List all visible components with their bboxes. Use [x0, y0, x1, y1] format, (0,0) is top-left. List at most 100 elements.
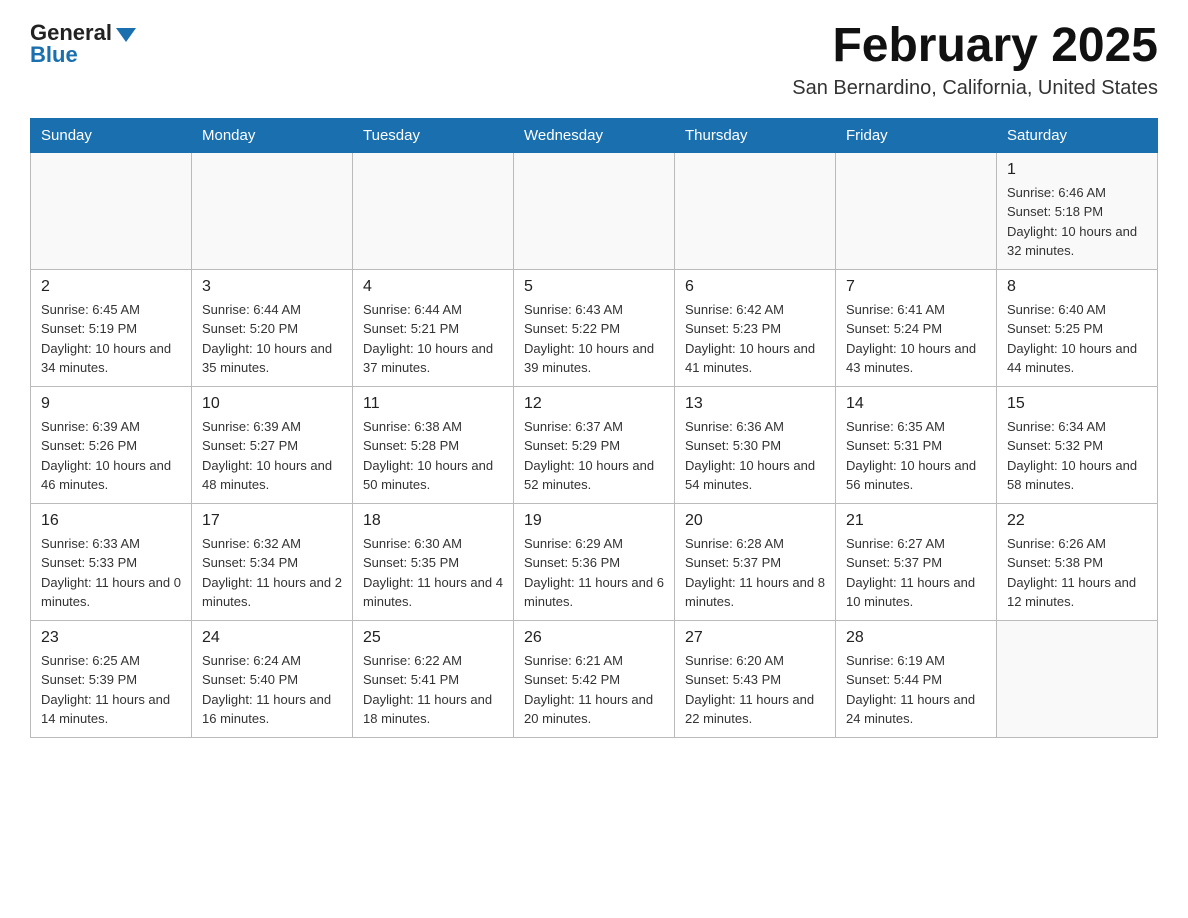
day-number: 13 — [685, 395, 825, 413]
sun-info: Sunrise: 6:33 AMSunset: 5:33 PMDaylight:… — [41, 534, 181, 612]
day-number: 14 — [846, 395, 986, 413]
calendar-cell — [997, 620, 1158, 737]
page-header: General Blue February 2025 San Bernardin… — [30, 20, 1158, 100]
day-number: 10 — [202, 395, 342, 413]
sun-info: Sunrise: 6:26 AMSunset: 5:38 PMDaylight:… — [1007, 534, 1147, 612]
day-number: 1 — [1007, 161, 1147, 179]
calendar-cell: 13 Sunrise: 6:36 AMSunset: 5:30 PMDayligh… — [675, 386, 836, 503]
sun-info: Sunrise: 6:44 AMSunset: 5:20 PMDaylight:… — [202, 300, 342, 378]
sun-info: Sunrise: 6:40 AMSunset: 5:25 PMDaylight:… — [1007, 300, 1147, 378]
calendar-cell: 8 Sunrise: 6:40 AMSunset: 5:25 PMDaylight… — [997, 269, 1158, 386]
sun-info: Sunrise: 6:43 AMSunset: 5:22 PMDaylight:… — [524, 300, 664, 378]
calendar-cell: 22Sunrise: 6:26 AMSunset: 5:38 PMDayligh… — [997, 503, 1158, 620]
day-number: 5 — [524, 278, 664, 296]
calendar-cell — [836, 152, 997, 269]
sun-info: Sunrise: 6:45 AMSunset: 5:19 PMDaylight:… — [41, 300, 181, 378]
logo: General Blue — [30, 20, 136, 68]
calendar-cell — [192, 152, 353, 269]
calendar-day-header: Thursday — [675, 118, 836, 152]
sun-info: Sunrise: 6:27 AMSunset: 5:37 PMDaylight:… — [846, 534, 986, 612]
day-number: 7 — [846, 278, 986, 296]
sun-info: Sunrise: 6:41 AMSunset: 5:24 PMDaylight:… — [846, 300, 986, 378]
title-block: February 2025 San Bernardino, California… — [792, 20, 1158, 100]
calendar-cell: 16Sunrise: 6:33 AMSunset: 5:33 PMDayligh… — [31, 503, 192, 620]
day-number: 20 — [685, 512, 825, 530]
calendar-cell: 10 Sunrise: 6:39 AMSunset: 5:27 PMDayligh… — [192, 386, 353, 503]
month-title: February 2025 — [792, 20, 1158, 73]
sun-info: Sunrise: 6:34 AMSunset: 5:32 PMDaylight:… — [1007, 417, 1147, 495]
calendar-cell: 23 Sunrise: 6:25 AMSunset: 5:39 PMDayligh… — [31, 620, 192, 737]
calendar-cell: 5 Sunrise: 6:43 AMSunset: 5:22 PMDaylight… — [514, 269, 675, 386]
day-number: 18 — [363, 512, 503, 530]
sun-info: Sunrise: 6:25 AMSunset: 5:39 PMDaylight:… — [41, 651, 181, 729]
day-number: 2 — [41, 278, 181, 296]
calendar-week-row: 16Sunrise: 6:33 AMSunset: 5:33 PMDayligh… — [31, 503, 1158, 620]
day-number: 25 — [363, 629, 503, 647]
calendar-cell — [675, 152, 836, 269]
calendar-cell: 20Sunrise: 6:28 AMSunset: 5:37 PMDayligh… — [675, 503, 836, 620]
calendar-cell: 18 Sunrise: 6:30 AMSunset: 5:35 PMDayligh… — [353, 503, 514, 620]
day-number: 11 — [363, 395, 503, 413]
calendar-cell: 25Sunrise: 6:22 AMSunset: 5:41 PMDayligh… — [353, 620, 514, 737]
sun-info: Sunrise: 6:38 AMSunset: 5:28 PMDaylight:… — [363, 417, 503, 495]
calendar-cell — [31, 152, 192, 269]
calendar-cell: 28Sunrise: 6:19 AMSunset: 5:44 PMDayligh… — [836, 620, 997, 737]
day-number: 9 — [41, 395, 181, 413]
calendar-day-header: Sunday — [31, 118, 192, 152]
day-number: 21 — [846, 512, 986, 530]
sun-info: Sunrise: 6:35 AMSunset: 5:31 PMDaylight:… — [846, 417, 986, 495]
calendar-day-header: Friday — [836, 118, 997, 152]
sun-info: Sunrise: 6:30 AMSunset: 5:35 PMDaylight:… — [363, 534, 503, 612]
calendar-cell: 9 Sunrise: 6:39 AMSunset: 5:26 PMDaylight… — [31, 386, 192, 503]
sun-info: Sunrise: 6:39 AMSunset: 5:26 PMDaylight:… — [41, 417, 181, 495]
calendar-cell — [353, 152, 514, 269]
calendar-header-row: SundayMondayTuesdayWednesdayThursdayFrid… — [31, 118, 1158, 152]
day-number: 4 — [363, 278, 503, 296]
calendar-cell: 2 Sunrise: 6:45 AMSunset: 5:19 PMDaylight… — [31, 269, 192, 386]
calendar-cell: 21 Sunrise: 6:27 AMSunset: 5:37 PMDayligh… — [836, 503, 997, 620]
calendar-cell: 15 Sunrise: 6:34 AMSunset: 5:32 PMDayligh… — [997, 386, 1158, 503]
calendar-cell: 19 Sunrise: 6:29 AMSunset: 5:36 PMDayligh… — [514, 503, 675, 620]
calendar-cell: 24 Sunrise: 6:24 AMSunset: 5:40 PMDayligh… — [192, 620, 353, 737]
calendar-cell: 17 Sunrise: 6:32 AMSunset: 5:34 PMDayligh… — [192, 503, 353, 620]
day-number: 23 — [41, 629, 181, 647]
day-number: 24 — [202, 629, 342, 647]
sun-info: Sunrise: 6:32 AMSunset: 5:34 PMDaylight:… — [202, 534, 342, 612]
day-number: 6 — [685, 278, 825, 296]
calendar-cell: 27Sunrise: 6:20 AMSunset: 5:43 PMDayligh… — [675, 620, 836, 737]
sun-info: Sunrise: 6:36 AMSunset: 5:30 PMDaylight:… — [685, 417, 825, 495]
location-subtitle: San Bernardino, California, United State… — [792, 77, 1158, 100]
logo-blue-text: Blue — [30, 42, 78, 68]
calendar-cell: 11 Sunrise: 6:38 AMSunset: 5:28 PMDayligh… — [353, 386, 514, 503]
calendar-week-row: 23 Sunrise: 6:25 AMSunset: 5:39 PMDayligh… — [31, 620, 1158, 737]
calendar-table: SundayMondayTuesdayWednesdayThursdayFrid… — [30, 118, 1158, 738]
calendar-week-row: 9 Sunrise: 6:39 AMSunset: 5:26 PMDaylight… — [31, 386, 1158, 503]
sun-info: Sunrise: 6:39 AMSunset: 5:27 PMDaylight:… — [202, 417, 342, 495]
sun-info: Sunrise: 6:24 AMSunset: 5:40 PMDaylight:… — [202, 651, 342, 729]
sun-info: Sunrise: 6:21 AMSunset: 5:42 PMDaylight:… — [524, 651, 664, 729]
calendar-day-header: Monday — [192, 118, 353, 152]
calendar-cell: 26Sunrise: 6:21 AMSunset: 5:42 PMDayligh… — [514, 620, 675, 737]
calendar-day-header: Saturday — [997, 118, 1158, 152]
sun-info: Sunrise: 6:29 AMSunset: 5:36 PMDaylight:… — [524, 534, 664, 612]
calendar-cell: 3 Sunrise: 6:44 AMSunset: 5:20 PMDaylight… — [192, 269, 353, 386]
day-number: 15 — [1007, 395, 1147, 413]
day-number: 27 — [685, 629, 825, 647]
calendar-cell — [514, 152, 675, 269]
calendar-cell: 7 Sunrise: 6:41 AMSunset: 5:24 PMDaylight… — [836, 269, 997, 386]
day-number: 28 — [846, 629, 986, 647]
sun-info: Sunrise: 6:46 AMSunset: 5:18 PMDaylight:… — [1007, 183, 1147, 261]
calendar-cell: 4Sunrise: 6:44 AMSunset: 5:21 PMDaylight… — [353, 269, 514, 386]
day-number: 17 — [202, 512, 342, 530]
day-number: 8 — [1007, 278, 1147, 296]
calendar-cell: 1 Sunrise: 6:46 AMSunset: 5:18 PMDaylight… — [997, 152, 1158, 269]
calendar-cell: 14 Sunrise: 6:35 AMSunset: 5:31 PMDayligh… — [836, 386, 997, 503]
day-number: 19 — [524, 512, 664, 530]
logo-arrow-icon — [116, 28, 136, 42]
calendar-cell: 12Sunrise: 6:37 AMSunset: 5:29 PMDayligh… — [514, 386, 675, 503]
day-number: 3 — [202, 278, 342, 296]
calendar-week-row: 1 Sunrise: 6:46 AMSunset: 5:18 PMDaylight… — [31, 152, 1158, 269]
sun-info: Sunrise: 6:42 AMSunset: 5:23 PMDaylight:… — [685, 300, 825, 378]
day-number: 12 — [524, 395, 664, 413]
calendar-day-header: Tuesday — [353, 118, 514, 152]
